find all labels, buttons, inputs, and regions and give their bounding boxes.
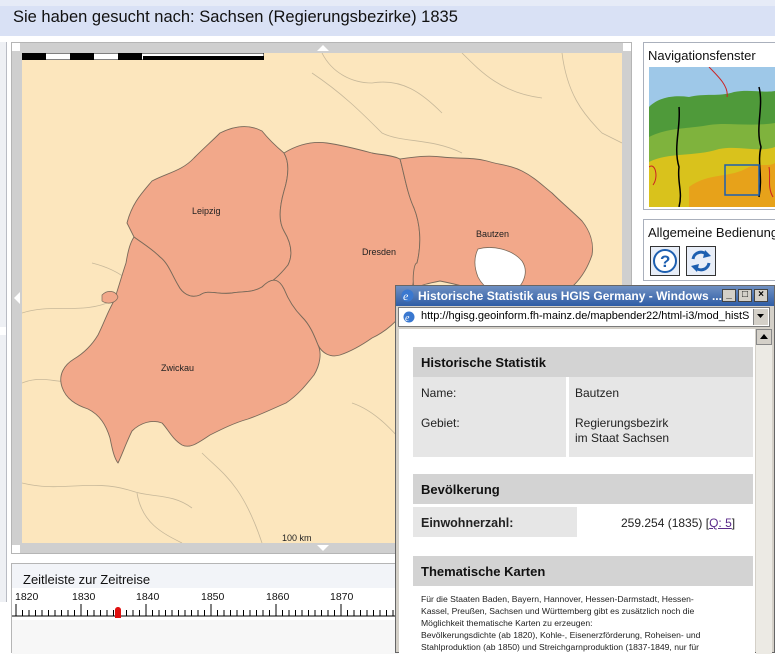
label-bautzen: Bautzen [476,229,509,239]
maps-text-line1: Für die Staaten Baden, Bayern, Hannover,… [421,594,694,604]
maps-text-line4: Bevölkerungsdichte (ab 1820), Kohle-, Ei… [421,630,701,640]
population-row: Einwohnerzahl: 259.254 (1835) [Q: 5] [413,507,753,537]
area-value-line2: im Staat Sachsen [575,431,670,445]
label-zwickau: Zwickau [161,363,194,373]
source-link[interactable]: Q: 5 [709,516,732,530]
svg-text:e: e [403,289,409,303]
timeline-marker[interactable] [115,607,121,618]
name-label: Name: [421,386,457,400]
section-heading-statistics: Historische Statistik [413,347,753,377]
svg-text:e: e [405,313,410,324]
overview-map-svg [649,67,775,207]
minimize-button[interactable]: _ [722,289,736,302]
popup-titlebar[interactable]: e Historische Statistik aus HGIS Germany… [396,286,774,306]
close-button[interactable]: × [754,289,768,302]
refresh-icon [691,250,711,272]
timeline-track [12,620,398,654]
scroll-up-button[interactable] [756,329,772,345]
ie-icon: e [401,289,414,303]
address-url[interactable]: http://hgisg.geoinform.fh-mainz.de/mapbe… [421,310,749,322]
left-strip-gap [0,327,6,335]
timeline-ticks [12,604,398,618]
area-label: Gebiet: [421,416,460,430]
page-icon: e [403,311,415,324]
maps-text-line3: Möglichkeit thematische Karten zu erzeug… [421,618,593,628]
refresh-button[interactable] [686,246,716,276]
question-icon: ? [653,249,677,273]
popup-content: Historische Statistik Name: Bautzen Gebi… [399,329,755,654]
timeline-axis[interactable]: 1820 1830 1840 1850 1860 1870 [12,588,398,620]
population-value-group: 259.254 (1835) [Q: 5] [621,516,735,530]
name-value: Bautzen [575,386,620,400]
general-controls-panel: Allgemeine Bedienung ? [643,219,775,281]
area-row: Gebiet: Regierungsbezirk im Staat Sachse… [413,407,753,457]
header-top-strip [0,0,775,6]
label-leipzig: Leipzig [192,206,221,216]
map-corner-bl [12,545,20,553]
area-value-line1: Regierungsbezirk [575,416,669,430]
navigation-panel-title: Navigationsfenster [648,48,756,63]
pan-south-arrow[interactable] [317,545,329,551]
section-heading-population: Bevölkerung [413,474,753,504]
address-dropdown-button[interactable] [753,309,768,325]
population-label: Einwohnerzahl: [421,516,514,530]
maximize-button[interactable]: □ [738,289,752,302]
label-dresden: Dresden [362,247,396,257]
population-value: 259.254 (1835) [ [621,516,710,530]
pan-west-arrow[interactable] [14,292,20,304]
map-corner-tl [12,43,20,51]
chevron-up-icon [760,334,768,339]
svg-text:?: ? [660,252,670,271]
scale-label: 100 km [282,533,312,543]
navigation-panel: Navigationsfenster [643,42,775,210]
population-value-close: ] [731,516,736,530]
general-controls-title: Allgemeine Bedienung [648,225,775,240]
chevron-down-icon [757,314,764,318]
pan-north-arrow[interactable] [317,45,329,51]
section-heading-maps: Thematische Karten [413,556,753,586]
page-header: Sie haben gesucht nach: Sachsen (Regieru… [0,0,775,36]
search-result-title: Sie haben gesucht nach: Sachsen (Regieru… [13,8,458,26]
overview-map[interactable] [649,67,775,207]
popup-title: Historische Statistik aus HGIS Germany -… [418,289,722,303]
timeline-panel: Zeitleiste zur Zeitreise 1820 1830 1840 … [11,563,398,654]
statistics-popup-window: e Historische Statistik aus HGIS Germany… [395,285,775,654]
maps-text-line5: Stahlproduktion (ab 1850) und Streichgar… [421,642,700,652]
scale-bar [22,53,264,60]
name-row: Name: Bautzen [413,377,753,407]
maps-text-line2: Kassel, Preußen, Sachsen und Württemberg… [421,606,695,616]
address-bar[interactable]: e http://hgisg.geoinform.fh-mainz.de/map… [398,307,770,327]
popup-scrollbar[interactable] [756,329,772,654]
left-panel-edge[interactable] [0,42,7,602]
help-button[interactable]: ? [650,246,680,276]
map-corner-tr [623,43,631,51]
timeline-title: Zeitleiste zur Zeitreise [23,572,151,587]
